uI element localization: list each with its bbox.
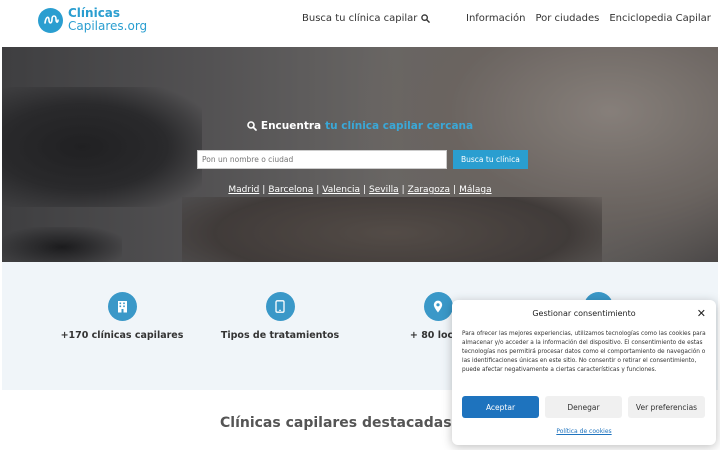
city-link-valencia[interactable]: Valencia xyxy=(322,185,360,195)
consent-body-text: Para ofrecer las mejores experiencias, u… xyxy=(462,331,706,373)
featured-clinics-title: Clínicas capilares destacadas xyxy=(220,415,452,431)
clinic-search-button[interactable]: Busca tu clínica xyxy=(453,150,528,169)
hero-banner: Encuentra tu clínica capilar cercana Bus… xyxy=(2,47,718,262)
hero-title-accent: tu clínica capilar cercana xyxy=(325,120,474,132)
city-link-madrid[interactable]: Madrid xyxy=(228,185,259,195)
hero-search-form: Busca tu clínica xyxy=(197,150,528,169)
accept-button[interactable]: Aceptar xyxy=(462,396,539,418)
tablet-icon xyxy=(265,292,295,321)
city-link-malaga[interactable]: Málaga xyxy=(459,185,492,195)
feature-tratamientos: Tipos de tratamientos xyxy=(200,292,360,341)
nav-search-link[interactable]: Busca tu clínica capilar xyxy=(302,13,431,24)
logo-icon xyxy=(38,7,63,33)
nav-item-informacion[interactable]: Información xyxy=(466,13,525,24)
logo-line2: Capilares.org xyxy=(68,19,148,33)
site-header: Clínicas Capilares.org Busca tu clínica … xyxy=(0,0,720,42)
main-nav: Información Por ciudades Enciclopedia Ca… xyxy=(466,13,711,24)
building-icon xyxy=(107,292,137,321)
consent-buttons: Aceptar Denegar Ver preferencias xyxy=(462,396,705,418)
search-icon xyxy=(421,14,431,23)
cookie-consent-dialog: Gestionar consentimiento ✕ Para ofrecer … xyxy=(452,300,716,445)
clinic-search-input[interactable] xyxy=(197,150,447,169)
consent-title: Gestionar consentimiento xyxy=(532,309,636,318)
close-icon[interactable]: ✕ xyxy=(697,307,706,320)
nav-item-por-ciudades[interactable]: Por ciudades xyxy=(535,13,599,24)
hero-title: Encuentra tu clínica capilar cercana xyxy=(2,120,718,132)
deny-button[interactable]: Denegar xyxy=(545,396,622,418)
city-link-barcelona[interactable]: Barcelona xyxy=(268,185,313,195)
preferences-button[interactable]: Ver preferencias xyxy=(628,396,705,418)
feature-label: +170 clínicas capilares xyxy=(60,330,184,341)
search-icon xyxy=(247,121,257,131)
nav-search-label: Busca tu clínica capilar xyxy=(302,13,418,24)
cookie-policy-link[interactable]: Política de cookies xyxy=(452,428,716,435)
hero-title-prefix: Encuentra xyxy=(260,120,322,132)
site-logo[interactable]: Clínicas Capilares.org xyxy=(38,7,147,33)
city-link-sevilla[interactable]: Sevilla xyxy=(369,185,399,195)
location-pin-icon xyxy=(423,292,453,321)
feature-label: Tipos de tratamientos xyxy=(220,330,340,341)
feature-clinicas: +170 clínicas capilares xyxy=(42,292,202,341)
city-link-zaragoza[interactable]: Zaragoza xyxy=(408,185,450,195)
nav-item-enciclopedia[interactable]: Enciclopedia Capilar xyxy=(609,13,711,24)
city-links: Madrid | Barcelona | Valencia | Sevilla | Zarago… xyxy=(228,185,492,195)
